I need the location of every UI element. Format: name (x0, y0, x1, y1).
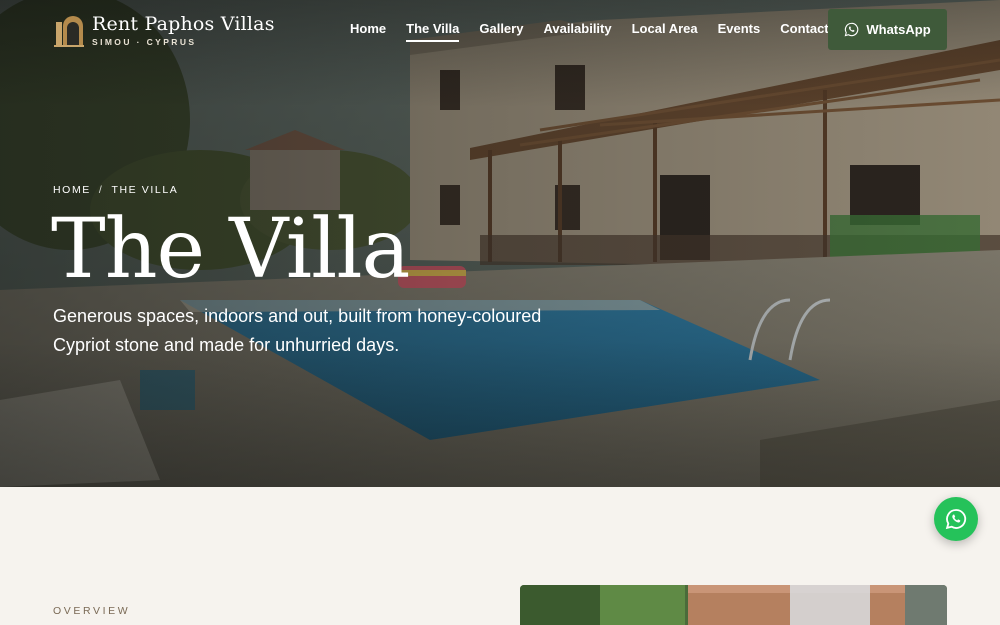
whatsapp-button[interactable]: WhatsApp (828, 9, 947, 50)
hero-subtitle: Generous spaces, indoors and out, built … (53, 306, 542, 355)
brand-subtitle: SIMOU · CYPRUS (92, 37, 197, 47)
page-title: The Villa (51, 202, 410, 297)
nav-availability[interactable]: Availability (543, 21, 611, 42)
whatsapp-button-label: WhatsApp (866, 22, 931, 37)
nav-gallery[interactable]: Gallery (479, 21, 523, 42)
overview-eyebrow: OVERVIEW (53, 605, 131, 617)
breadcrumb: HOME / THE VILLA (53, 184, 178, 196)
breadcrumb-separator: / (98, 184, 104, 196)
nav-home[interactable]: Home (350, 21, 386, 42)
site-logo[interactable]: Rent Paphos Villas SIMOU · CYPRUS (53, 12, 275, 48)
whatsapp-icon (844, 22, 859, 37)
nav-local-area[interactable]: Local Area (632, 21, 698, 42)
nav-events[interactable]: Events (718, 21, 761, 42)
main-nav: Home The Villa Gallery Availability Loca… (350, 21, 849, 42)
villa-aerial-photo (520, 585, 947, 625)
brand-title: Rent Paphos Villas (92, 13, 275, 35)
breadcrumb-current: THE VILLA (111, 184, 179, 196)
breadcrumb-home[interactable]: HOME (53, 184, 91, 196)
villa-logo-icon (54, 16, 84, 47)
floating-whatsapp-button[interactable] (934, 497, 978, 541)
whatsapp-icon (945, 509, 967, 530)
hero-section: Rent Paphos Villas SIMOU · CYPRUS Home T… (0, 0, 1000, 487)
nav-contact[interactable]: Contact (780, 21, 828, 42)
nav-the-villa[interactable]: The Villa (406, 21, 460, 42)
